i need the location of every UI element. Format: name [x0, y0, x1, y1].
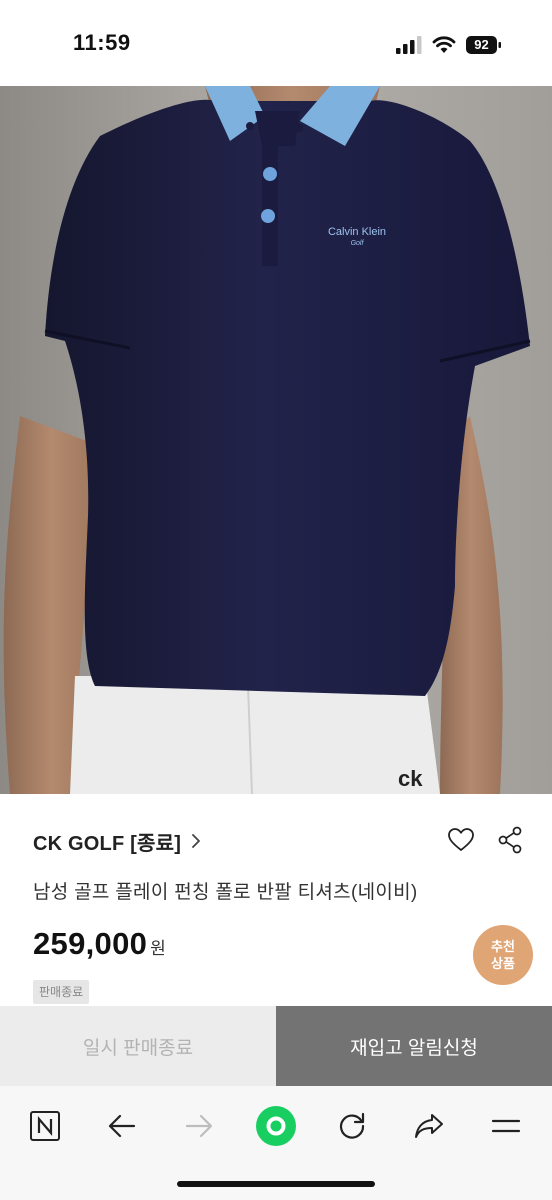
forward-arrow-icon [185, 1114, 213, 1138]
forward-button[interactable] [177, 1104, 221, 1148]
price-value: 259,000 [33, 926, 148, 961]
naver-home-button[interactable] [23, 1104, 67, 1148]
temporary-soldout-button[interactable]: 일시 판매종료 [0, 1006, 276, 1086]
back-arrow-icon [108, 1114, 136, 1138]
signal-icon [396, 36, 422, 54]
shirt-logo-main: Calvin Klein [328, 226, 386, 238]
badge-line1: 추천 [491, 939, 515, 954]
status-time: 11:59 [73, 30, 131, 55]
menu-button[interactable] [484, 1104, 528, 1148]
pants-logo: ck [398, 766, 423, 791]
sale-end-tag: 판매종료 [33, 980, 90, 1004]
chevron-right-icon [192, 834, 200, 848]
brand-name: CK GOLF [종료] [33, 832, 182, 855]
share-icon[interactable] [497, 826, 523, 854]
toolbar-share-button[interactable] [407, 1104, 451, 1148]
back-button[interactable] [100, 1104, 144, 1148]
product-image[interactable]: ck Calvin Klein Golf [0, 86, 552, 794]
naver-green-dot-button[interactable] [254, 1104, 298, 1148]
badge-line2: 상품 [491, 956, 515, 971]
brand-link[interactable]: CK GOLF [종료] [33, 826, 201, 856]
price-row: 259,000 원 [33, 926, 166, 962]
battery-level: 92 [474, 37, 489, 52]
home-indicator [177, 1181, 375, 1187]
restock-alert-button[interactable]: 재입고 알림신청 [276, 1006, 552, 1086]
recommend-badge[interactable]: 추천 상품 [473, 925, 533, 985]
shirt-logo-sub: Golf [351, 240, 365, 247]
product-photo: ck Calvin Klein Golf [0, 86, 552, 794]
refresh-button[interactable] [330, 1104, 374, 1148]
naver-home-icon [30, 1111, 60, 1141]
share-arrow-icon [415, 1114, 443, 1138]
menu-icon [491, 1119, 521, 1133]
wifi-icon [432, 36, 456, 53]
product-title: 남성 골프 플레이 펀칭 폴로 반팔 티셔츠(네이비) [33, 882, 418, 903]
green-dot-icon [256, 1106, 296, 1146]
status-bar: 11:59 92 [0, 0, 552, 86]
price-unit: 원 [150, 939, 166, 958]
refresh-icon [339, 1112, 365, 1139]
heart-icon[interactable] [447, 826, 475, 854]
